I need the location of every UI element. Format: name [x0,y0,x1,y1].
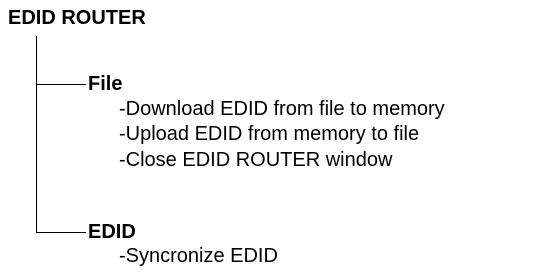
file-item-download-edid: -Download EDID from file to memory [119,98,445,120]
branch-label-file: File [88,73,123,95]
root-title: EDID ROUTER [8,7,146,29]
branch-connector-edid [36,232,86,233]
edid-item-synchronize: -Syncronize EDID [119,245,278,267]
file-item-close-window: -Close EDID ROUTER window [119,149,393,171]
branch-connector-file [36,84,86,85]
file-item-upload-edid: -Upload EDID from memory to file [119,123,420,145]
branch-label-edid: EDID [88,221,136,243]
tree-trunk-line [36,36,37,233]
